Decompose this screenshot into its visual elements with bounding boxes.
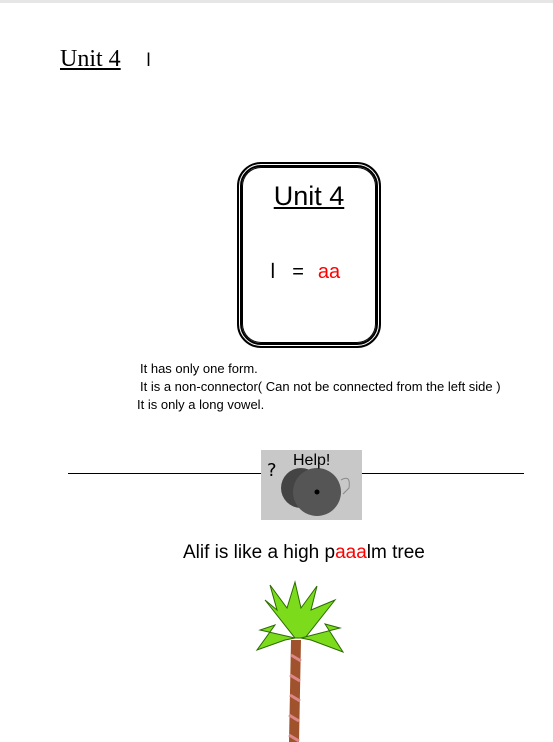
note: It is only a long vowel. (137, 397, 265, 412)
help-label: Help! (293, 452, 331, 469)
top-bar (0, 0, 553, 3)
note: It has only one form. (140, 361, 258, 376)
help-image: Help! ? (261, 450, 362, 520)
card-letter: ا (270, 261, 276, 283)
notes: It has only one form. It is a non-connec… (137, 360, 501, 414)
alif-letter: ا (146, 50, 152, 71)
equals-sign: = (292, 261, 304, 283)
divider-right (362, 473, 524, 474)
divider-left (68, 473, 261, 474)
palm-tree-icon (255, 580, 345, 742)
card-title: Unit 4 (273, 181, 345, 211)
svg-text:?: ? (267, 460, 277, 481)
card-equation: ا = aa (270, 259, 340, 284)
caption-highlight: aaa (335, 542, 367, 563)
page-title: Unit 4 (60, 46, 121, 72)
note: It is a non-connector( Can not be connec… (140, 379, 501, 394)
caption: Alif is like a high paaalm tree (183, 542, 425, 564)
unit-card: Unit 4 ا = aa (237, 162, 381, 348)
card-sound: aa (317, 261, 341, 283)
caption-text-end: lm tree (366, 542, 425, 563)
caption-text: Alif is like a high p (183, 542, 336, 563)
